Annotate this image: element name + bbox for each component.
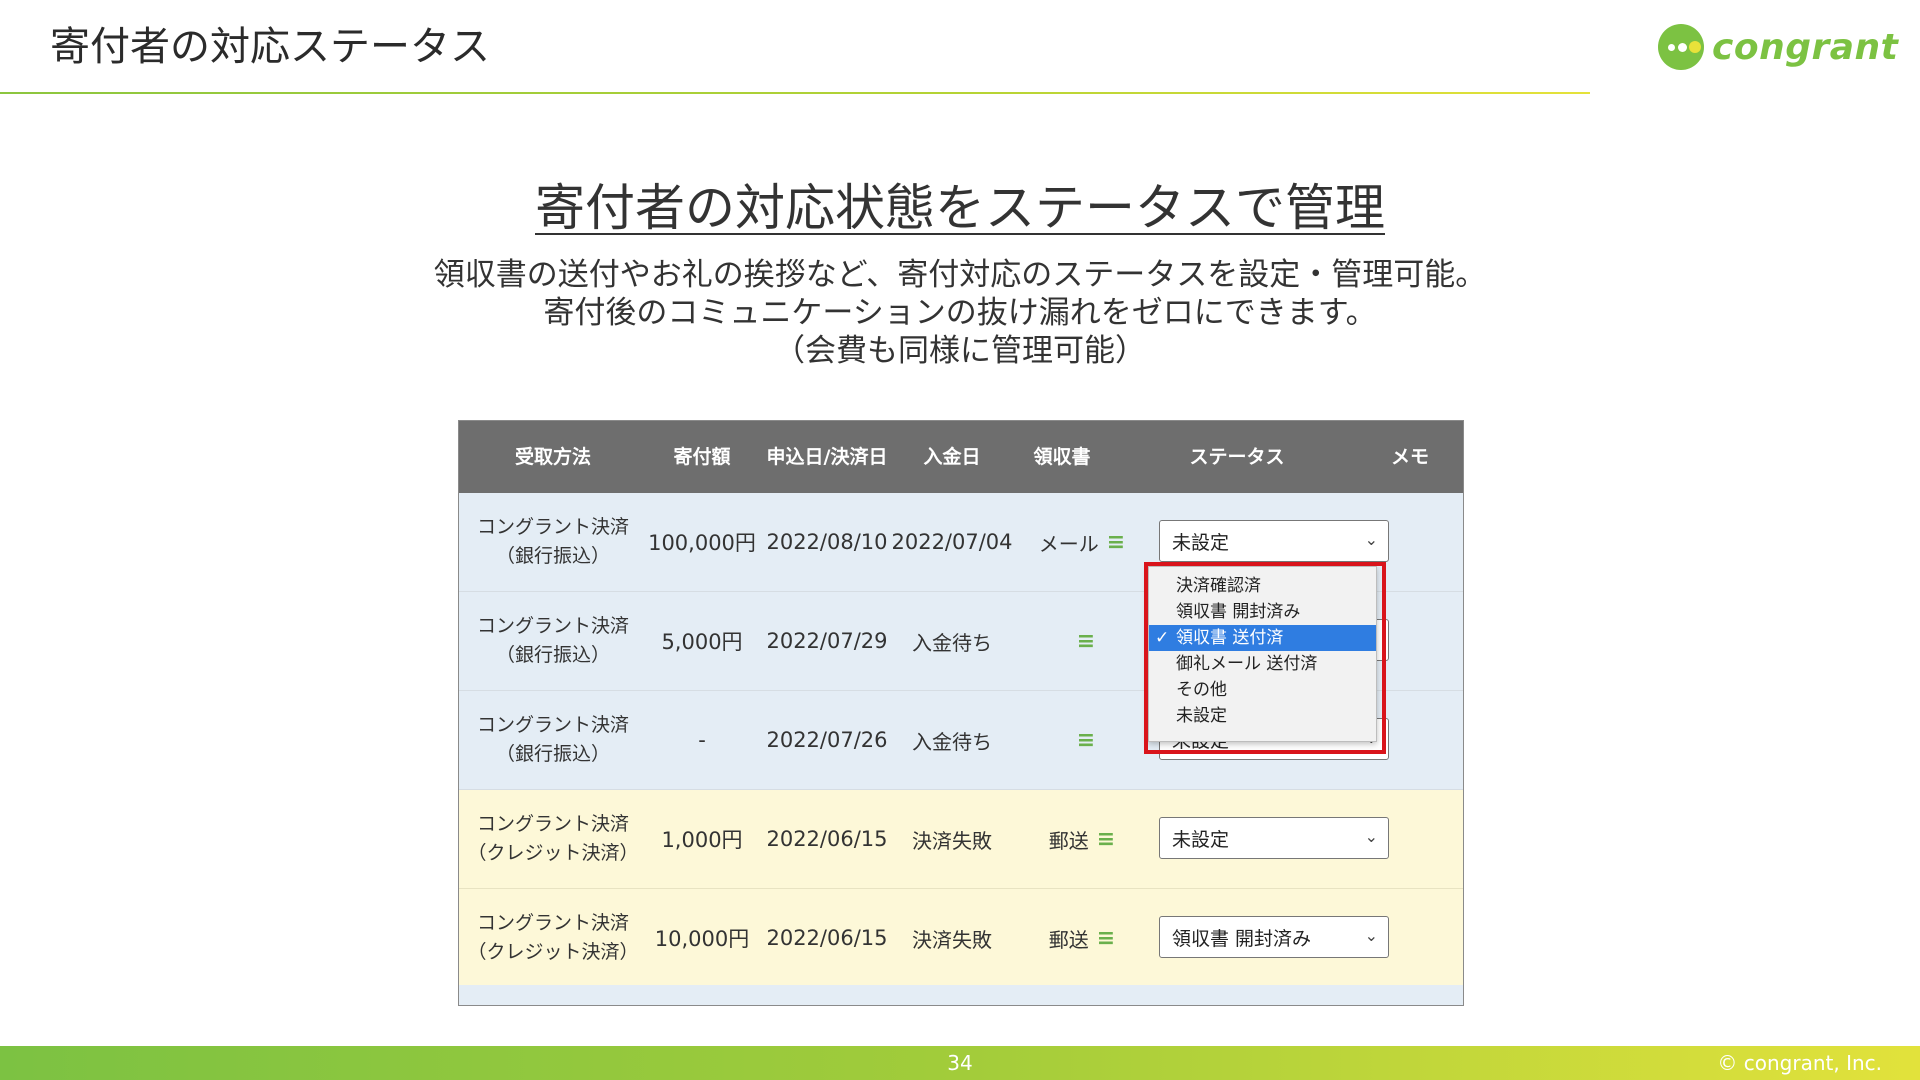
date-cell: 2022/06/15 [766, 827, 888, 851]
paid-cell: 決済失敗 [912, 927, 992, 952]
col-header-receipt: 領収書 [1033, 446, 1091, 468]
amount-cell: 5,000円 [661, 630, 743, 654]
slide-footer: 34 © congrant, Inc. [0, 1046, 1920, 1080]
status-select[interactable]: 未設定 ⌄ [1159, 817, 1389, 859]
method-type: （銀行振込） [495, 644, 610, 666]
date-cell: 2022/07/29 [766, 629, 888, 653]
description-line: （会費も同様に管理可能） [774, 333, 1146, 369]
paid-cell: 入金待ち [912, 729, 992, 754]
col-header-memo: メモ [1390, 446, 1429, 468]
col-header-paid: 入金日 [923, 446, 981, 468]
receipt-cell: 郵送 ≡ [1007, 790, 1157, 888]
copyright: © congrant, Inc. [1717, 1051, 1882, 1075]
menu-icon[interactable]: ≡ [1077, 629, 1095, 654]
status-value: 領収書 開封済み [1172, 927, 1312, 950]
method-cell: コングラント決済 （銀行振込） [459, 691, 647, 789]
menu-icon[interactable]: ≡ [1077, 728, 1095, 753]
col-header-status: ステータス [1189, 446, 1285, 468]
method-type: （銀行振込） [495, 545, 610, 567]
main-heading: 寄付者の対応状態をステータスで管理 [0, 168, 1920, 240]
description: 領収書の送付やお礼の挨拶など、寄付対応のステータスを設定・管理可能。 寄付後のコ… [0, 256, 1920, 370]
description-line: 領収書の送付やお礼の挨拶など、寄付対応のステータスを設定・管理可能。 [433, 257, 1487, 293]
date-cell: 2022/07/26 [766, 728, 888, 752]
method-cell: コングラント決済 （クレジット決済） [459, 790, 647, 888]
method-type: （クレジット決済） [467, 842, 639, 864]
receipt-cell: メール ≡ [1007, 493, 1157, 591]
slide-title: 寄付者の対応ステータス [50, 24, 490, 70]
slide-header: 寄付者の対応ステータス congrant [0, 0, 1920, 96]
table-bottom-strip [459, 985, 1463, 1005]
col-header-date: 申込日/決済日 [766, 446, 888, 468]
logo-mark-icon [1658, 24, 1704, 70]
congrant-logo: congrant [1658, 22, 1898, 72]
table-row: コングラント決済 （クレジット決済） 10,000円 2022/06/15 決済… [459, 889, 1463, 988]
receipt-cell: ≡ [1007, 691, 1157, 789]
receipt-type: 郵送 [1048, 828, 1089, 853]
paid-cell: 2022/07/04 [891, 530, 1013, 554]
menu-icon[interactable]: ≡ [1107, 530, 1125, 555]
date-cell: 2022/06/15 [766, 926, 888, 950]
status-value: 未設定 [1172, 531, 1230, 554]
method-name: コングラント決済 [476, 813, 629, 835]
method-cell: コングラント決済 （クレジット決済） [459, 889, 647, 987]
table-header: 受取方法 寄付額 申込日/決済日 入金日 領収書 ステータス メモ [459, 421, 1463, 493]
date-cell: 2022/08/10 [766, 530, 888, 554]
status-select[interactable]: 領収書 開封済み ⌄ [1159, 916, 1389, 958]
page-number: 34 [947, 1051, 973, 1075]
paid-cell: 決済失敗 [912, 828, 992, 853]
header-divider [0, 92, 1590, 94]
description-line: 寄付後のコミュニケーションの抜け漏れをゼロにできます。 [543, 295, 1377, 331]
amount-cell: 10,000円 [654, 927, 750, 951]
chevron-down-icon: ⌄ [1364, 827, 1378, 846]
method-name: コングラント決済 [476, 516, 629, 538]
method-cell: コングラント決済 （銀行振込） [459, 592, 647, 690]
main-heading-text: 寄付者の対応状態をステータスで管理 [535, 179, 1385, 237]
receipt-cell: 郵送 ≡ [1007, 889, 1157, 987]
logo-text: congrant [1712, 26, 1899, 68]
paid-cell: 入金待ち [912, 630, 992, 655]
chevron-down-icon: ⌄ [1364, 926, 1378, 945]
col-header-amount: 寄付額 [673, 446, 731, 468]
receipt-type: メール [1038, 531, 1099, 556]
method-name: コングラント決済 [476, 714, 629, 736]
menu-icon[interactable]: ≡ [1097, 926, 1115, 951]
status-select[interactable]: 未設定 ⌄ [1159, 520, 1389, 562]
table-row: コングラント決済 （クレジット決済） 1,000円 2022/06/15 決済失… [459, 790, 1463, 889]
amount-cell: 1,000円 [661, 828, 743, 852]
status-value: 未設定 [1172, 828, 1230, 851]
amount-cell: - [698, 728, 706, 752]
method-name: コングラント決済 [476, 912, 629, 934]
receipt-cell: ≡ [1007, 592, 1157, 690]
method-cell: コングラント決済 （銀行振込） [459, 493, 647, 591]
menu-icon[interactable]: ≡ [1097, 827, 1115, 852]
method-type: （クレジット決済） [467, 941, 639, 963]
method-name: コングラント決済 [476, 615, 629, 637]
receipt-type: 郵送 [1048, 927, 1089, 952]
highlight-box [1144, 562, 1386, 754]
amount-cell: 100,000円 [648, 531, 756, 555]
chevron-down-icon: ⌄ [1364, 530, 1378, 549]
method-type: （銀行振込） [495, 743, 610, 765]
col-header-method: 受取方法 [514, 446, 591, 468]
